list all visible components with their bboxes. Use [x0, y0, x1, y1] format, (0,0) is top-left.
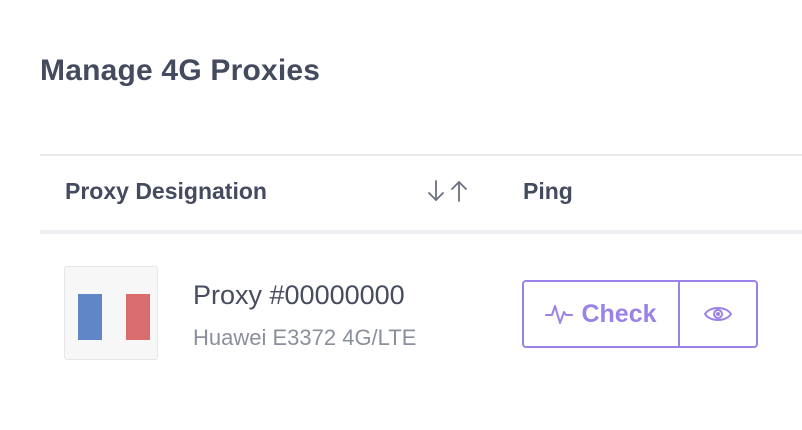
proxy-device: Huawei E3372 4G/LTE [193, 325, 417, 350]
table-header-divider [40, 230, 802, 234]
flag-france-icon [78, 294, 150, 340]
proxy-name: Proxy #00000000 [193, 280, 405, 310]
check-button-label: Check [581, 299, 657, 328]
ping-actions: Check [522, 280, 758, 348]
table-row: Proxy #00000000 Huawei E3372 4G/LTE Chec… [40, 236, 802, 386]
activity-pulse-icon [545, 305, 574, 324]
page-title: Manage 4G Proxies [40, 54, 321, 87]
view-button[interactable] [680, 282, 756, 346]
sort-arrows-icon[interactable] [425, 178, 473, 204]
table-header: Proxy Designation Ping [40, 156, 802, 232]
country-flag-box [64, 266, 158, 360]
column-header-ping[interactable]: Ping [523, 178, 573, 205]
check-button[interactable]: Check [524, 282, 680, 346]
eye-icon [704, 307, 732, 321]
column-header-designation[interactable]: Proxy Designation [65, 178, 267, 205]
